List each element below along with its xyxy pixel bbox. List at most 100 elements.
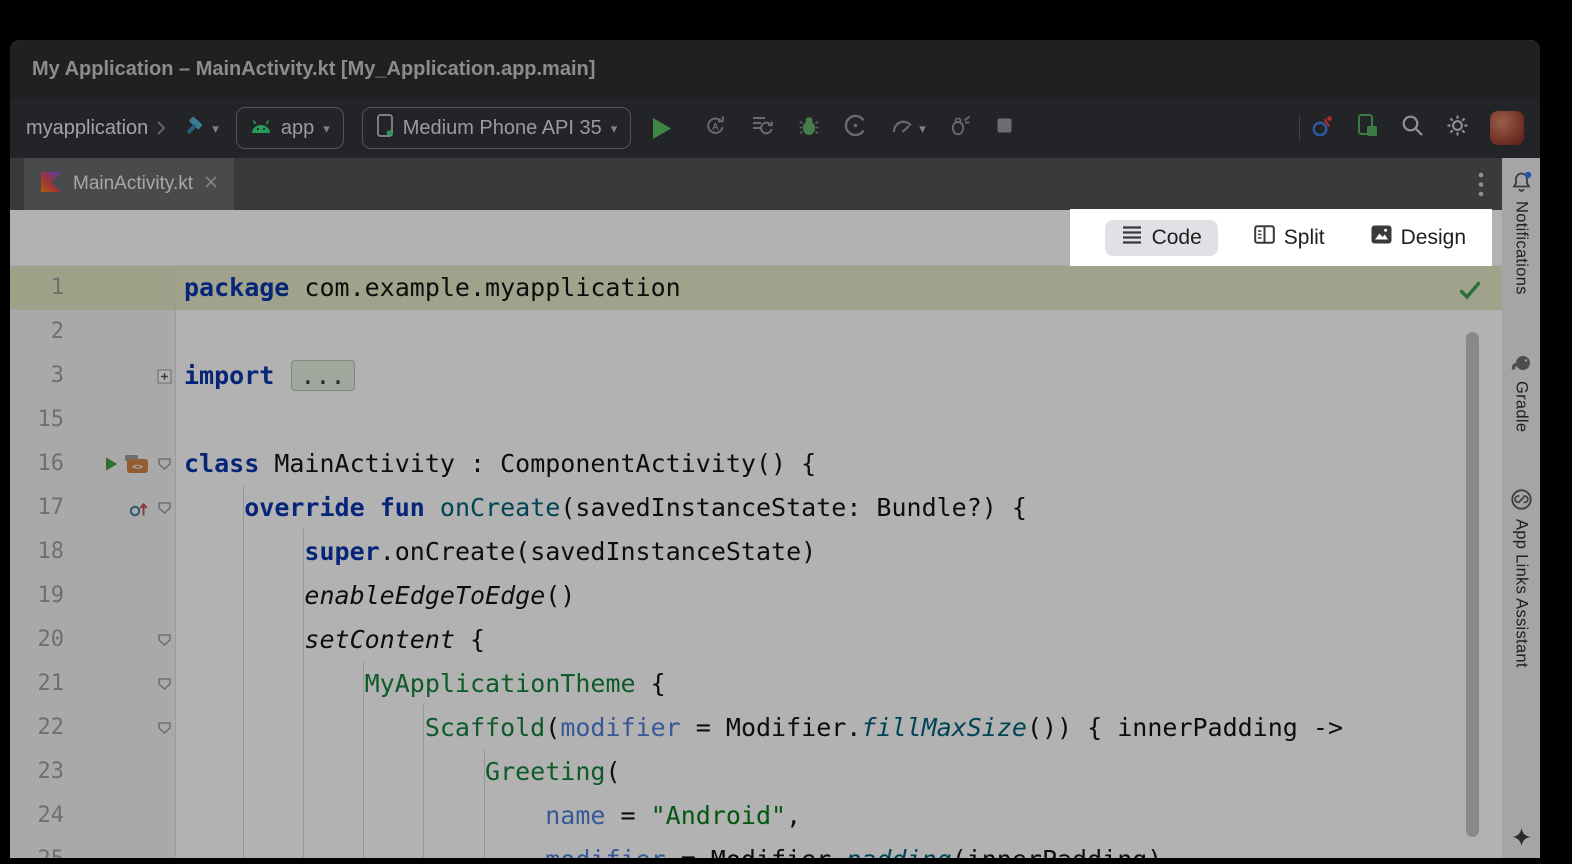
stripe-gradle[interactable]: Gradle bbox=[1509, 353, 1534, 432]
chevron-down-icon: ▾ bbox=[919, 122, 926, 135]
code-line-text[interactable] bbox=[176, 310, 1502, 354]
code-line-3: 3import ... bbox=[10, 354, 1502, 398]
run-icon[interactable] bbox=[104, 456, 119, 472]
gutter: 3 bbox=[10, 354, 176, 398]
tab-label: MainActivity.kt bbox=[73, 173, 193, 195]
code-line-text[interactable]: override fun onCreate(savedInstanceState… bbox=[176, 486, 1502, 530]
code-line-text[interactable]: class MainActivity : ComponentActivity()… bbox=[176, 442, 1502, 486]
run-config-label: app bbox=[281, 117, 314, 140]
gutter: 18 bbox=[10, 530, 176, 574]
fold-marker[interactable] bbox=[153, 486, 175, 530]
stripe-label: Notifications bbox=[1512, 201, 1531, 295]
gutter-icons bbox=[64, 838, 153, 858]
phone-icon bbox=[376, 113, 394, 144]
gutter: 1 bbox=[10, 266, 176, 310]
code-view-icon bbox=[1121, 226, 1143, 250]
fold-marker[interactable] bbox=[153, 662, 175, 706]
gemini-star-icon[interactable] bbox=[1511, 827, 1532, 848]
gutter-icons bbox=[64, 354, 153, 398]
run-button[interactable] bbox=[650, 116, 673, 141]
code-line-text[interactable]: Greeting( bbox=[176, 750, 1502, 794]
bell-icon bbox=[1510, 170, 1533, 193]
gutter-icons bbox=[64, 398, 153, 442]
project-name[interactable]: myapplication bbox=[26, 117, 148, 140]
toolbar-right-icons bbox=[1310, 111, 1524, 145]
design-view-button[interactable]: Design bbox=[1361, 219, 1476, 256]
gutter-icons bbox=[64, 310, 153, 354]
ide-window: My Application – MainActivity.kt [My_App… bbox=[10, 40, 1540, 858]
code-line-text[interactable]: Scaffold(modifier = Modifier.fillMaxSize… bbox=[176, 706, 1502, 750]
app-quality-insights-icon[interactable] bbox=[1310, 113, 1336, 144]
split-view-button[interactable]: Split bbox=[1244, 219, 1335, 256]
line-number: 22 bbox=[10, 706, 64, 750]
kebab-menu-icon[interactable] bbox=[1478, 171, 1484, 198]
stripe-notifications[interactable]: Notifications bbox=[1510, 170, 1533, 295]
profile-low-overhead-button[interactable]: ▾ bbox=[890, 113, 926, 143]
vertical-scrollbar[interactable] bbox=[1466, 332, 1479, 837]
attach-debugger-icon[interactable] bbox=[948, 113, 973, 143]
code-line-22: 22 Scaffold(modifier = Modifier.fillMaxS… bbox=[10, 706, 1502, 750]
build-button[interactable]: ▾ bbox=[182, 113, 219, 144]
gutter-icons bbox=[64, 618, 153, 662]
code-line-text[interactable]: MyApplicationTheme { bbox=[176, 662, 1502, 706]
line-number: 21 bbox=[10, 662, 64, 706]
inspections-status-icon[interactable] bbox=[1458, 280, 1482, 301]
code-view-button[interactable]: Code bbox=[1105, 220, 1218, 256]
editor-tab-bar: MainActivity.kt bbox=[10, 158, 1502, 210]
search-icon[interactable] bbox=[1400, 113, 1425, 143]
fold-marker bbox=[153, 398, 175, 442]
run-config-selector[interactable]: app ▾ bbox=[236, 107, 344, 149]
override-icon[interactable] bbox=[128, 499, 149, 518]
line-number: 23 bbox=[10, 750, 64, 794]
profiler-icon[interactable] bbox=[843, 113, 868, 143]
component-icon[interactable]: <> bbox=[124, 454, 149, 474]
split-view-label: Split bbox=[1284, 226, 1325, 250]
device-manager-icon[interactable] bbox=[1356, 113, 1380, 143]
right-tool-stripe: Notifications Gradle App Links Assistant bbox=[1502, 158, 1540, 858]
gutter: 22 bbox=[10, 706, 176, 750]
code-line-text[interactable]: super.onCreate(savedInstanceState) bbox=[176, 530, 1502, 574]
kotlin-file-icon bbox=[40, 171, 62, 198]
tab-mainactivity[interactable]: MainActivity.kt bbox=[24, 158, 234, 210]
code-editor: 1package com.example.myapplication23impo… bbox=[10, 210, 1502, 858]
fold-marker[interactable] bbox=[153, 354, 175, 398]
code-line-2: 2 bbox=[10, 310, 1502, 354]
fold-marker[interactable] bbox=[153, 706, 175, 750]
fold-marker bbox=[153, 310, 175, 354]
design-view-icon bbox=[1371, 225, 1392, 250]
code-line-20: 20 setContent { bbox=[10, 618, 1502, 662]
code-line-text[interactable] bbox=[176, 398, 1502, 442]
debug-icon[interactable] bbox=[797, 114, 821, 143]
gradle-icon bbox=[1509, 353, 1534, 373]
code-line-17: 17 override fun onCreate(savedInstanceSt… bbox=[10, 486, 1502, 530]
view-mode-toggle: Code Split Design bbox=[1070, 209, 1492, 266]
code-line-text[interactable]: enableEdgeToEdge() bbox=[176, 574, 1502, 618]
code-line-text[interactable]: name = "Android", bbox=[176, 794, 1502, 838]
fold-marker[interactable] bbox=[153, 442, 175, 486]
device-selector[interactable]: Medium Phone API 35 ▾ bbox=[362, 107, 632, 149]
gutter-icons bbox=[64, 706, 153, 750]
close-icon[interactable] bbox=[204, 175, 218, 194]
window-title: My Application – MainActivity.kt [My_App… bbox=[32, 58, 595, 81]
gutter: 20 bbox=[10, 618, 176, 662]
fold-marker[interactable] bbox=[153, 618, 175, 662]
code-line-text[interactable]: import ... bbox=[176, 354, 1502, 398]
settings-icon[interactable] bbox=[1445, 113, 1470, 143]
line-number: 24 bbox=[10, 794, 64, 838]
user-avatar[interactable] bbox=[1490, 111, 1524, 145]
code-line-23: 23 Greeting( bbox=[10, 750, 1502, 794]
fold-marker bbox=[153, 530, 175, 574]
code-line-25: 25 modifier = Modifier.padding(innerPadd… bbox=[10, 838, 1502, 858]
gutter: 21 bbox=[10, 662, 176, 706]
stripe-app-links-assistant[interactable]: App Links Assistant bbox=[1510, 488, 1533, 668]
apply-code-changes-icon[interactable] bbox=[750, 113, 775, 143]
gutter-icons bbox=[64, 662, 153, 706]
code-line-text[interactable]: modifier = Modifier.padding(innerPadding… bbox=[176, 838, 1502, 858]
code-line-text[interactable]: setContent { bbox=[176, 618, 1502, 662]
line-number: 19 bbox=[10, 574, 64, 618]
profile-low-overhead-icon bbox=[890, 113, 915, 143]
apply-changes-icon[interactable]: A bbox=[703, 113, 728, 143]
stop-icon[interactable] bbox=[995, 116, 1014, 140]
chevron-down-icon: ▾ bbox=[323, 122, 330, 135]
code-line-text[interactable]: package com.example.myapplication bbox=[176, 266, 1502, 310]
